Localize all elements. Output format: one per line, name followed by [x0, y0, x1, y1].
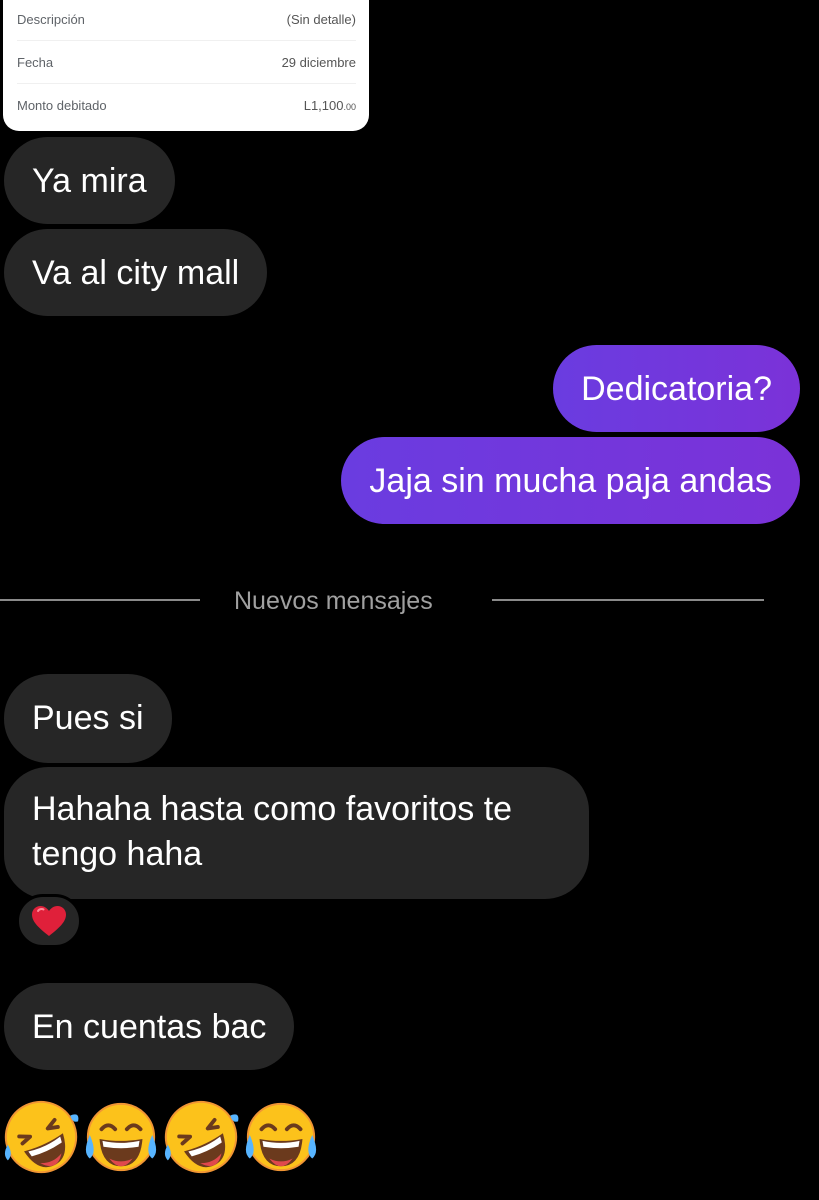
receipt-value: (Sin detalle)	[286, 11, 356, 27]
receipt-row-description: Descripción (Sin detalle)	[17, 0, 356, 40]
message-text: Jaja sin mucha paja andas	[369, 462, 772, 500]
receipt-label: Fecha	[17, 54, 54, 70]
receipt-label: Descripción	[17, 11, 85, 27]
transaction-receipt-card[interactable]: Descripción (Sin detalle) Fecha 29 dicie…	[3, 0, 369, 131]
red-heart-icon	[32, 906, 66, 936]
rolling-on-floor-laughing-icon	[164, 1100, 239, 1174]
outgoing-message[interactable]: Jaja sin mucha paja andas	[341, 437, 800, 524]
new-messages-divider: Nuevos mensajes	[0, 580, 819, 622]
receipt-row-date: Fecha 29 diciembre	[17, 40, 356, 83]
incoming-message[interactable]: Hahaha hasta como favoritos te tengo hah…	[4, 767, 589, 899]
message-text: Va al city mall	[32, 254, 240, 292]
receipt-label: Monto debitado	[17, 97, 107, 113]
receipt-row-amount: Monto debitado L1,100.00	[17, 83, 356, 126]
incoming-message[interactable]: Ya mira	[4, 137, 175, 224]
divider-label: Nuevos mensajes	[234, 587, 433, 615]
rolling-on-floor-laughing-icon	[4, 1100, 79, 1174]
incoming-message[interactable]: Va al city mall	[4, 229, 268, 316]
message-text: Pues si	[32, 699, 144, 737]
amount-main: L1,100	[303, 97, 344, 113]
message-text: Ya mira	[32, 162, 147, 200]
message-text: En cuentas bac	[32, 1008, 267, 1046]
message-text: Dedicatoria?	[581, 370, 772, 408]
incoming-message[interactable]: En cuentas bac	[4, 983, 295, 1070]
message-text: Hahaha hasta como favoritos te tengo hah…	[32, 790, 513, 873]
divider-line-left	[0, 599, 200, 601]
tears-of-joy-icon	[245, 1102, 317, 1172]
outgoing-message[interactable]: Dedicatoria?	[553, 345, 800, 432]
emoji-message[interactable]	[2, 1098, 320, 1178]
receipt-amount: L1,100.00	[304, 98, 356, 113]
receipt-value: 29 diciembre	[281, 54, 356, 70]
message-reaction[interactable]	[16, 894, 82, 948]
divider-line-right	[492, 599, 764, 601]
incoming-message[interactable]: Pues si	[4, 674, 172, 763]
tears-of-joy-icon	[85, 1102, 157, 1172]
amount-cents: .00	[343, 101, 356, 112]
